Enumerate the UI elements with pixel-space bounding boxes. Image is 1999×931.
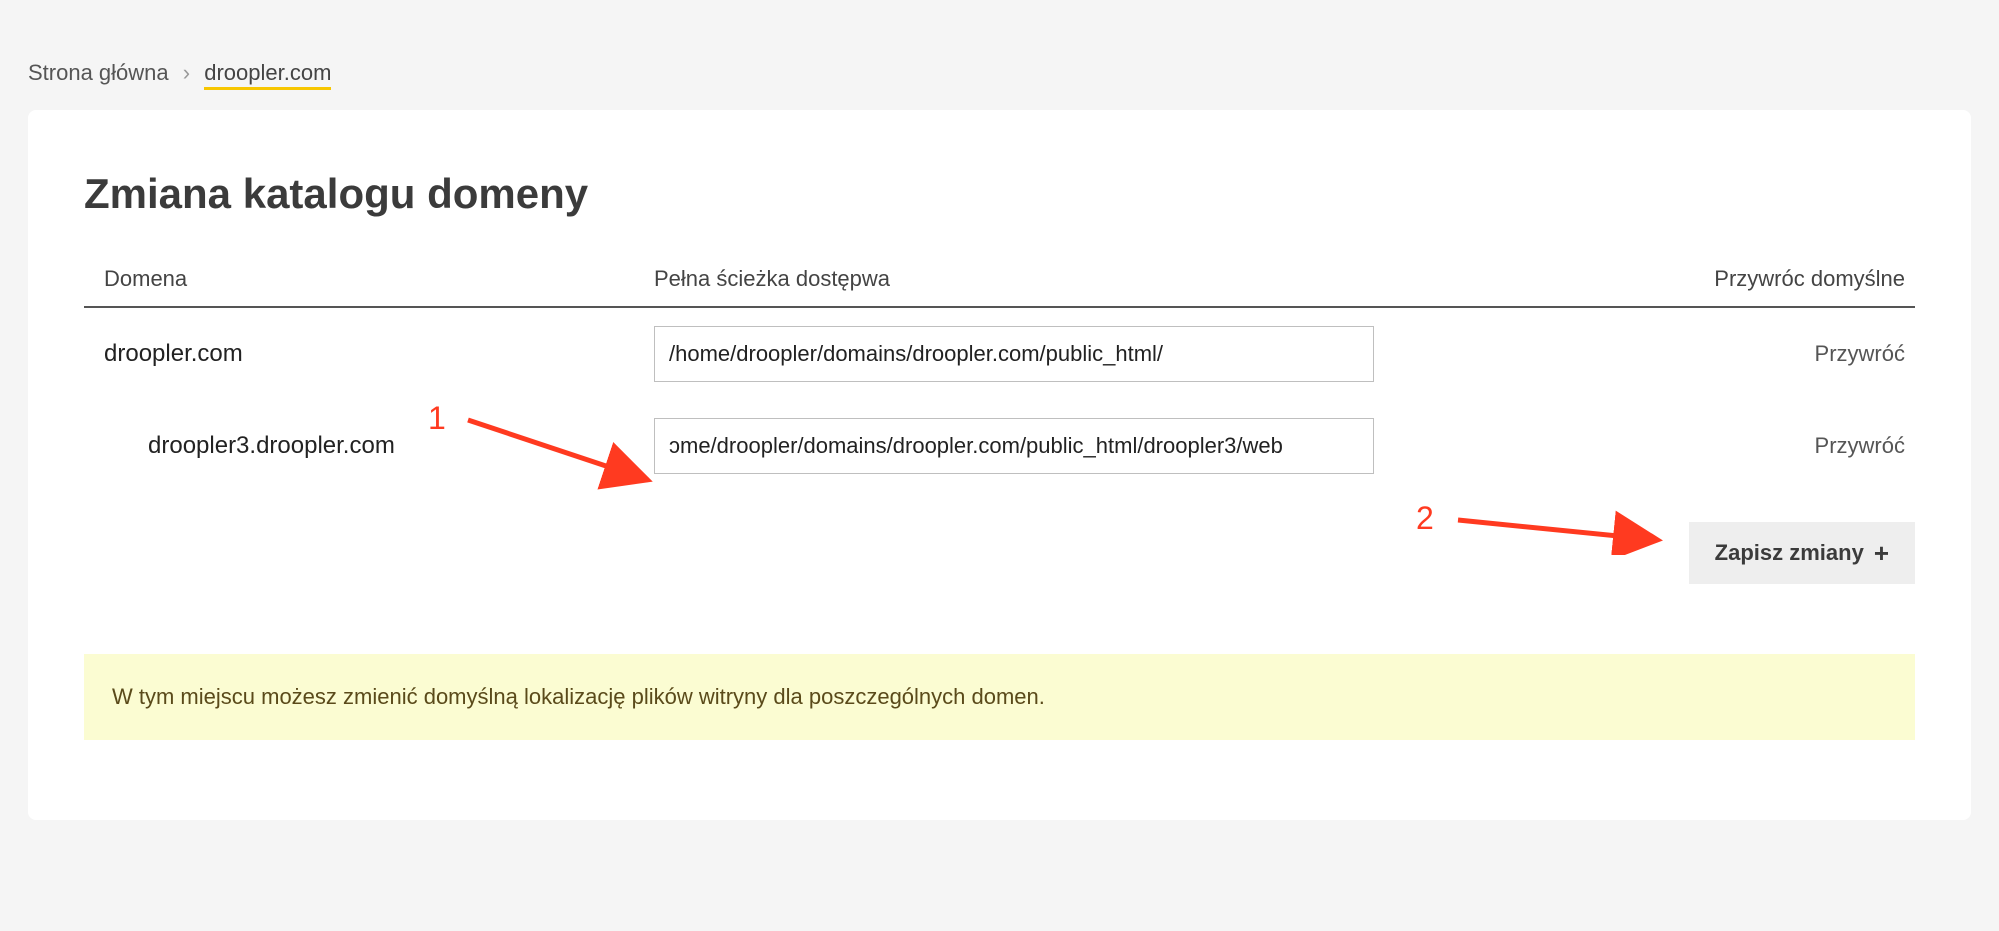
save-button-label: Zapisz zmiany (1715, 540, 1864, 566)
breadcrumb-home[interactable]: Strona główna (28, 60, 169, 85)
save-button[interactable]: Zapisz zmiany + (1689, 522, 1915, 584)
path-input[interactable] (654, 418, 1374, 474)
table-row: droopler.com Przywróć (84, 308, 1915, 400)
main-panel: Zmiana katalogu domeny Domena Pełna ście… (28, 110, 1971, 820)
breadcrumb: Strona główna › droopler.com (28, 0, 1971, 110)
col-header-path: Pełna ścieżka dostępwa (654, 266, 1414, 292)
domain-cell: droopler.com (84, 340, 654, 368)
path-input[interactable] (654, 326, 1374, 382)
table-row: droopler3.droopler.com Przywróć (84, 400, 1915, 492)
page-title: Zmiana katalogu domeny (84, 170, 1915, 218)
domain-table: Domena Pełna ścieżka dostępwa Przywróc d… (84, 266, 1915, 492)
table-header: Domena Pełna ścieżka dostępwa Przywróc d… (84, 266, 1915, 308)
restore-link[interactable]: Przywróć (1414, 341, 1905, 367)
plus-icon: + (1874, 540, 1889, 566)
info-box: W tym miejscu możesz zmienić domyślną lo… (84, 654, 1915, 740)
domain-cell: droopler3.droopler.com (84, 432, 654, 460)
restore-link[interactable]: Przywróć (1414, 433, 1905, 459)
breadcrumb-separator: › (183, 60, 190, 85)
col-header-restore: Przywróc domyślne (1414, 266, 1915, 292)
breadcrumb-current[interactable]: droopler.com (204, 60, 331, 90)
col-header-domain: Domena (84, 266, 654, 292)
